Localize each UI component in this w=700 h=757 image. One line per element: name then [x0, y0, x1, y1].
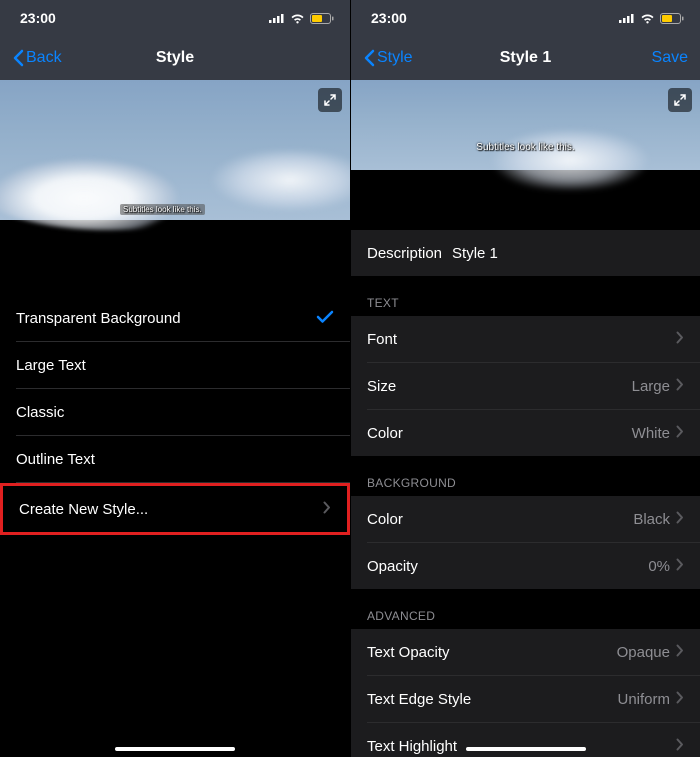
page-title: Style [156, 49, 194, 67]
create-new-style-highlight: Create New Style... [0, 483, 350, 535]
nav-bar: Style Style 1 Save [351, 36, 700, 80]
subtitle-sample-text: Subtitles look like this. [476, 142, 574, 153]
size-value: Large [632, 378, 670, 395]
style-option-large-text[interactable]: Large Text [0, 342, 350, 388]
size-row[interactable]: Size Large [351, 363, 700, 409]
text-opacity-row[interactable]: Text Opacity Opaque [351, 629, 700, 675]
preview-sky [351, 80, 700, 170]
chevron-right-icon [676, 644, 684, 661]
page-title: Style 1 [500, 49, 552, 67]
style-option-classic[interactable]: Classic [0, 389, 350, 435]
text-highlight-row[interactable]: Text Highlight [351, 723, 700, 757]
text-opacity-value: Opaque [617, 644, 670, 661]
text-color-row[interactable]: Color White [351, 410, 700, 456]
status-indicators [619, 13, 684, 24]
style-option-outline-text[interactable]: Outline Text [0, 436, 350, 482]
description-row[interactable]: Description Style 1 [351, 230, 700, 276]
option-label: Large Text [16, 357, 86, 374]
signal-icon [619, 13, 635, 23]
style-option-transparent-background[interactable]: Transparent Background [0, 295, 350, 341]
text-highlight-label: Text Highlight [367, 738, 457, 755]
back-button[interactable]: Back [12, 49, 82, 67]
option-label: Classic [16, 404, 64, 421]
section-header-background: Background [351, 456, 700, 496]
create-new-style-button[interactable]: Create New Style... [3, 486, 347, 532]
chevron-right-icon [676, 378, 684, 395]
description-value: Style 1 [452, 245, 498, 262]
text-color-value: White [632, 425, 670, 442]
wifi-icon [290, 13, 305, 24]
edge-style-value: Uniform [617, 691, 670, 708]
home-indicator[interactable] [115, 747, 235, 751]
status-bar: 23:00 [0, 0, 350, 36]
expand-icon [323, 93, 337, 107]
description-label: Description [367, 245, 442, 262]
back-button[interactable]: Style [363, 49, 433, 67]
battery-icon [660, 13, 684, 24]
chevron-right-icon [676, 691, 684, 708]
back-label: Back [26, 49, 62, 67]
text-color-label: Color [367, 425, 403, 442]
status-time: 23:00 [20, 10, 56, 26]
chevron-left-icon [12, 49, 24, 67]
nav-bar: Back Style [0, 36, 350, 80]
option-label: Transparent Background [16, 310, 181, 327]
save-button[interactable]: Save [638, 49, 688, 67]
battery-icon [310, 13, 334, 24]
chevron-left-icon [363, 49, 375, 67]
section-header-text: Text [351, 276, 700, 316]
bg-color-value: Black [633, 511, 670, 528]
home-indicator[interactable] [466, 747, 586, 751]
text-opacity-label: Text Opacity [367, 644, 450, 661]
chevron-right-icon [676, 511, 684, 528]
status-indicators [269, 13, 334, 24]
wifi-icon [640, 13, 655, 24]
subtitle-preview: Subtitles look like this. [351, 80, 700, 220]
text-edge-style-row[interactable]: Text Edge Style Uniform [351, 676, 700, 722]
section-header-advanced: Advanced [351, 589, 700, 629]
expand-button[interactable] [668, 88, 692, 112]
signal-icon [269, 13, 285, 23]
expand-icon [673, 93, 687, 107]
option-label: Outline Text [16, 451, 95, 468]
bg-color-row[interactable]: Color Black [351, 496, 700, 542]
status-bar: 23:00 [351, 0, 700, 36]
bg-opacity-label: Opacity [367, 558, 418, 575]
bg-opacity-value: 0% [648, 558, 670, 575]
size-label: Size [367, 378, 396, 395]
screen-style-list: 23:00 Back Style Subtitles look like thi… [0, 0, 350, 757]
style-options-list: Transparent Background Large Text Classi… [0, 295, 350, 535]
chevron-right-icon [323, 501, 331, 518]
create-new-label: Create New Style... [19, 501, 148, 518]
preview-sky [0, 80, 350, 220]
style-settings-list[interactable]: Description Style 1 Text Font Size Large… [351, 220, 700, 757]
expand-button[interactable] [318, 88, 342, 112]
subtitle-sample-text: Subtitles look like this. [120, 204, 205, 215]
font-label: Font [367, 331, 397, 348]
chevron-right-icon [676, 331, 684, 348]
bg-color-label: Color [367, 511, 403, 528]
bg-opacity-row[interactable]: Opacity 0% [351, 543, 700, 589]
chevron-right-icon [676, 558, 684, 575]
checkmark-icon [316, 308, 334, 329]
font-row[interactable]: Font [351, 316, 700, 362]
screen-style-editor: 23:00 Style Style 1 Save Subtitles look … [350, 0, 700, 757]
back-label: Style [377, 49, 413, 67]
edge-style-label: Text Edge Style [367, 691, 471, 708]
chevron-right-icon [676, 738, 684, 755]
subtitle-preview: Subtitles look like this. [0, 80, 350, 240]
status-time: 23:00 [371, 10, 407, 26]
chevron-right-icon [676, 425, 684, 442]
